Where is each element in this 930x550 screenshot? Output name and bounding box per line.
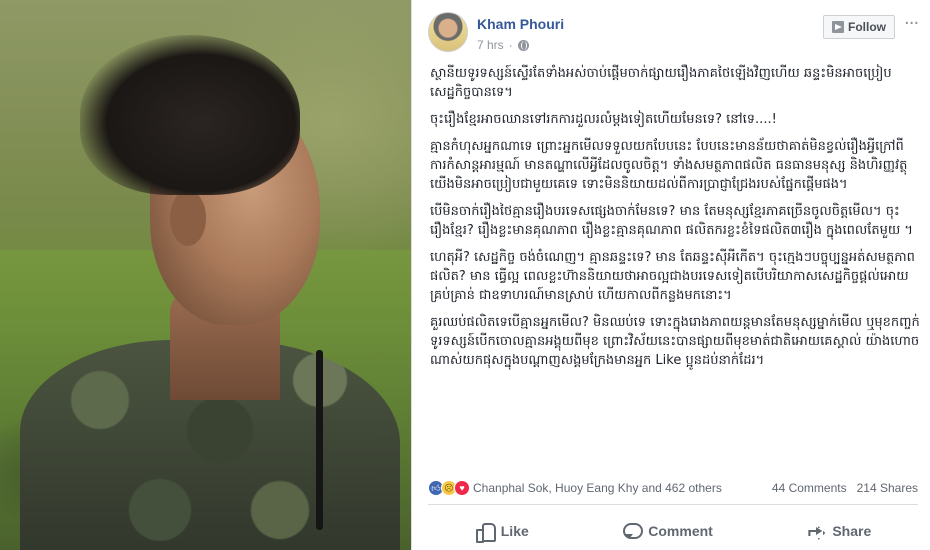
post-paragraph: ស្ថានីយទូរទស្សន៍ស្ទើរតែទាំងអស់ចាប់ផ្ដើមច… (430, 66, 892, 100)
post-header: Kham Phouri 7 hrs · Follow ··· (412, 0, 930, 58)
facebook-post: Kham Phouri 7 hrs · Follow ··· ស្ថានីយទូ… (411, 0, 930, 550)
post-paragraph: ហេតុអី? សេដ្ឋកិច្ច ចង់ចំណេញ។ គ្មានឆន្ទះទ… (430, 250, 915, 303)
love-reaction-icon: ♥ (454, 480, 470, 496)
hair (80, 35, 300, 195)
ear (170, 190, 206, 246)
reaction-names[interactable]: Chanphal Sok, Huoy Eang Khy and 462 othe… (473, 481, 722, 495)
post-actions: Like Comment Share (428, 514, 918, 548)
radio-antenna (316, 350, 323, 530)
share-count[interactable]: 214 Shares (857, 481, 918, 495)
globe-icon (517, 39, 529, 51)
comment-label: Comment (648, 523, 713, 539)
divider (428, 504, 918, 505)
follow-icon (832, 21, 844, 33)
post-paragraph: គួរឈប់ផលិតទេបើគ្មានអ្នកមើល? មិនឈប់ទេ ទោះ… (430, 315, 920, 368)
post-paragraph: បើមិនចាក់រឿងថៃគ្មានរឿងបរទេសផ្សេងចាក់មែនទ… (430, 204, 913, 238)
author-avatar[interactable] (428, 12, 468, 52)
author-name[interactable]: Kham Phouri (477, 16, 564, 32)
post-timestamp[interactable]: 7 hrs (477, 38, 504, 52)
profile-photo (0, 0, 411, 550)
follow-label: Follow (848, 20, 886, 34)
post-meta: 7 hrs · (477, 38, 529, 52)
comment-button[interactable]: Comment (596, 522, 739, 540)
post-paragraph: គ្មានកំហុសអ្នកណាទេ ព្រោះអ្នកមើលទទួលយកបែប… (430, 139, 908, 192)
comment-count[interactable]: 44 Comments (772, 481, 847, 495)
share-button[interactable]: Share (780, 522, 897, 540)
comment-icon (622, 522, 644, 540)
more-options-icon[interactable]: ··· (904, 13, 919, 34)
thumbs-up-icon (475, 522, 496, 543)
reaction-icons[interactable]: 👍︎ ☹ ♥ (428, 480, 470, 496)
post-paragraph: ចុះរឿងខ្មែរអាចឈានទៅរកការដួលរលំម្ដងទៀតហើយ… (430, 112, 777, 127)
follow-button[interactable]: Follow (823, 15, 895, 39)
like-label: Like (500, 523, 529, 539)
post-stats: 👍︎ ☹ ♥ Chanphal Sok, Huoy Eang Khy and 4… (428, 478, 918, 498)
post-content: ស្ថានីយទូរទស្សន៍ស្ទើរតែទាំងអស់ចាប់ផ្ដើមច… (430, 64, 920, 469)
like-button[interactable]: Like (449, 522, 555, 543)
share-icon (806, 522, 824, 540)
share-label: Share (832, 523, 872, 539)
